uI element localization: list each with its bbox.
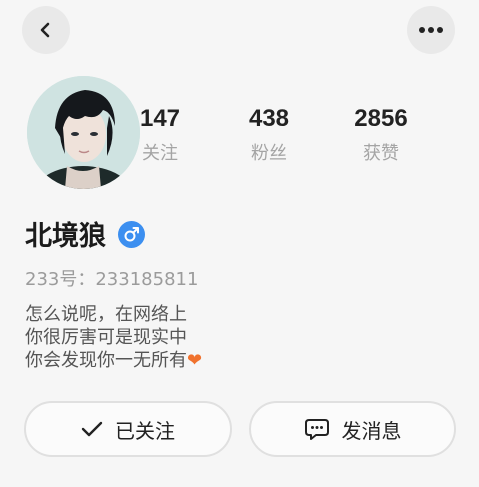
message-button[interactable]: 发消息	[249, 401, 456, 457]
stat-label: 获赞	[363, 143, 399, 164]
stat-value: 2856	[354, 105, 408, 132]
checkmark-icon	[81, 421, 103, 437]
stat-fans[interactable]: 438 粉丝	[229, 104, 309, 165]
bio-line: 怎么说呢，在网络上	[25, 304, 187, 325]
chat-bubble-icon	[304, 419, 329, 440]
following-label: 已关注	[115, 418, 175, 443]
message-label: 发消息	[341, 418, 402, 443]
stat-value: 438	[248, 105, 290, 132]
user-id: 233号：233185811	[25, 269, 199, 290]
bio-line: 你会发现你一无所有	[25, 350, 187, 371]
stat-label: 关注	[142, 143, 178, 164]
stat-likes[interactable]: 2856 获赞	[341, 104, 421, 165]
heart-icon: ❤	[187, 350, 203, 371]
back-button[interactable]	[22, 6, 70, 54]
stat-label: 粉丝	[251, 143, 287, 164]
stat-value: 147	[139, 105, 181, 132]
bio: 怎么说呢，在网络上 你很厉害可是现实中 你会发现你一无所有❤	[25, 303, 202, 372]
male-icon	[118, 221, 145, 248]
more-button[interactable]	[407, 6, 455, 54]
following-button[interactable]: 已关注	[24, 401, 232, 457]
bio-line: 你很厉害可是现实中	[25, 327, 187, 348]
profile-name: 北境狼	[25, 221, 106, 252]
stat-following[interactable]: 147 关注	[120, 104, 200, 165]
chevron-left-icon	[40, 22, 50, 38]
more-dots-icon	[419, 27, 443, 33]
